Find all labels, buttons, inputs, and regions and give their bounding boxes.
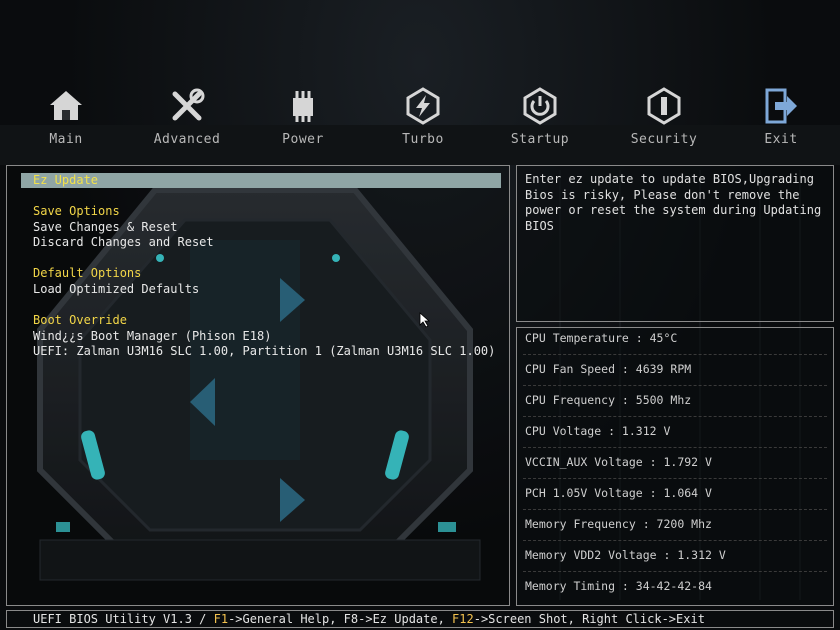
memory-vdd2-voltage: Memory VDD2 Voltage : 1.312 V bbox=[525, 548, 726, 562]
tab-turbo[interactable]: Turbo bbox=[373, 82, 473, 152]
boot-override-windows-item[interactable]: Wind¿¿s Boot Manager (Phison E18) bbox=[33, 329, 271, 344]
footer-f1-text: ->General Help, F8->Ez Update, bbox=[228, 612, 453, 626]
tab-power[interactable]: Power bbox=[253, 82, 353, 152]
save-changes-reset-item[interactable]: Save Changes & Reset bbox=[33, 220, 178, 235]
tab-security-label: Security bbox=[630, 132, 698, 147]
cpu-voltage: CPU Voltage : 1.312 V bbox=[525, 424, 671, 438]
tools-icon bbox=[172, 88, 205, 121]
exit-menu-panel: Ez Update Save Options Save Changes & Re… bbox=[6, 165, 510, 606]
bolt-icon bbox=[406, 87, 440, 125]
tab-exit-label: Exit bbox=[764, 132, 798, 147]
tab-startup-label: Startup bbox=[510, 132, 570, 147]
tab-main[interactable]: Main bbox=[16, 82, 116, 152]
memory-frequency: Memory Frequency : 7200 Mhz bbox=[525, 517, 712, 531]
divider bbox=[523, 416, 827, 417]
top-navigation: Main Advanced Power Turbo Startup Securi… bbox=[0, 82, 840, 152]
tab-power-label: Power bbox=[282, 132, 324, 147]
divider bbox=[523, 478, 827, 479]
tab-main-label: Main bbox=[49, 132, 83, 147]
boot-override-heading: Boot Override bbox=[33, 313, 127, 327]
save-options-heading: Save Options bbox=[33, 204, 120, 218]
divider bbox=[523, 385, 827, 386]
tab-advanced-label: Advanced bbox=[153, 132, 221, 147]
tab-advanced[interactable]: Advanced bbox=[137, 82, 237, 152]
discard-changes-reset-item[interactable]: Discard Changes and Reset bbox=[33, 235, 214, 250]
hardware-status-panel: CPU Temperature : 45°C CPU Fan Speed : 4… bbox=[516, 327, 834, 606]
cpu-temperature: CPU Temperature : 45°C bbox=[525, 331, 678, 345]
footer-f12-key: F12 bbox=[452, 612, 474, 626]
divider bbox=[523, 447, 827, 448]
default-options-heading: Default Options bbox=[33, 266, 142, 280]
footer-prefix: UEFI BIOS Utility V1.3 / bbox=[33, 612, 214, 626]
home-icon bbox=[50, 91, 82, 120]
divider bbox=[523, 571, 827, 572]
shield-icon bbox=[647, 87, 681, 125]
power-icon bbox=[523, 87, 557, 125]
tab-turbo-label: Turbo bbox=[402, 132, 444, 147]
cpu-frequency: CPU Frequency : 5500 Mhz bbox=[525, 393, 692, 407]
chip-icon bbox=[293, 91, 313, 122]
vccin-aux-voltage: VCCIN_AUX Voltage : 1.792 V bbox=[525, 455, 712, 469]
mouse-cursor-icon bbox=[419, 312, 431, 328]
footer-help-bar: UEFI BIOS Utility V1.3 / F1->General Hel… bbox=[6, 610, 834, 628]
help-panel: Enter ez update to update BIOS,Upgrading… bbox=[516, 165, 834, 322]
divider bbox=[523, 354, 827, 355]
load-optimized-defaults-item[interactable]: Load Optimized Defaults bbox=[33, 282, 199, 297]
boot-override-uefi-item[interactable]: UEFI: Zalman U3M16 SLC 1.00, Partition 1… bbox=[33, 344, 495, 359]
help-text: Enter ez update to update BIOS,Upgrading… bbox=[525, 172, 822, 233]
ez-update-item[interactable]: Ez Update bbox=[33, 173, 98, 188]
footer-f12-text: ->Screen Shot, Right Click->Exit bbox=[473, 612, 705, 626]
tab-security[interactable]: Security bbox=[614, 82, 714, 152]
pch-voltage: PCH 1.05V Voltage : 1.064 V bbox=[525, 486, 712, 500]
tab-exit[interactable]: Exit bbox=[731, 82, 831, 152]
tab-startup[interactable]: Startup bbox=[490, 82, 590, 152]
cpu-fan-speed: CPU Fan Speed : 4639 RPM bbox=[525, 362, 692, 376]
footer-f1-key: F1 bbox=[213, 612, 229, 626]
memory-timing: Memory Timing : 34-42-42-84 bbox=[525, 579, 712, 593]
divider bbox=[523, 540, 827, 541]
exit-icon bbox=[765, 88, 797, 124]
divider bbox=[523, 509, 827, 510]
